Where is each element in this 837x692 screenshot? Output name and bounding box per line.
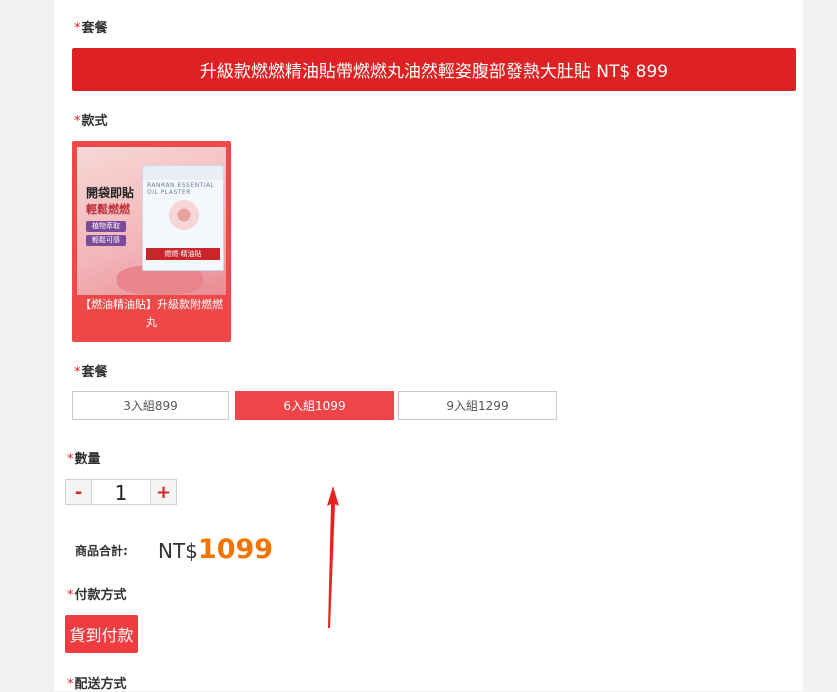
minus-icon: -: [74, 481, 83, 503]
package-options-label-text: 套餐: [81, 365, 108, 380]
required-mark: *: [67, 677, 74, 692]
quantity-value: 1: [114, 481, 128, 505]
package-banner-text: 升級款燃燃精油貼帶燃燃丸油然輕姿腹部發熱大肚貼 NT$ 899: [199, 62, 669, 82]
required-mark: *: [74, 21, 81, 36]
total-currency: NT$: [158, 539, 198, 563]
required-mark: *: [67, 588, 74, 603]
style-label-text: 款式: [81, 114, 108, 129]
package-option-label: 3入組899: [123, 399, 178, 413]
package-option-6[interactable]: 6入組1099: [235, 391, 394, 420]
quantity-input[interactable]: 1: [92, 479, 150, 505]
shipping-label-text: 配送方式: [74, 677, 127, 692]
package-product-banner[interactable]: 升級款燃燃精油貼帶燃燃丸油然輕姿腹部發熱大肚貼 NT$ 899: [72, 48, 796, 91]
shipping-section-label: *配送方式: [67, 673, 127, 692]
style-option-card[interactable]: 開袋即貼 輕鬆燃燃 植物萃取 輕鬆可感 RANRAN ESSENTIAL OIL…: [72, 141, 231, 342]
payment-section-label: *付款方式: [67, 584, 127, 603]
package-label-text: 套餐: [81, 21, 108, 36]
style-option-caption: 【燃油精油貼】升級款附燃燃丸: [80, 298, 223, 329]
required-mark: *: [74, 365, 81, 380]
quantity-increase-button[interactable]: +: [150, 479, 177, 505]
plaster-icon: [169, 200, 199, 230]
order-form-panel: [54, 0, 803, 691]
package-options-label: *套餐: [74, 361, 108, 380]
plus-icon: +: [155, 481, 172, 503]
product-box-brand: [143, 166, 223, 180]
required-mark: *: [74, 114, 81, 129]
total-price: NT$1099: [158, 534, 273, 565]
total-amount: 1099: [197, 534, 274, 565]
style-section-label: *款式: [74, 110, 108, 129]
thumbnail-tag: 輕鬆可感: [86, 235, 126, 246]
payment-option-label: 貨到付款: [69, 626, 134, 645]
package-option-3[interactable]: 3入組899: [72, 391, 229, 420]
product-box-illustration: RANRAN ESSENTIAL OIL PLASTER 燃燃·精油貼: [142, 165, 224, 271]
product-box-badge: 燃燃·精油貼: [146, 248, 220, 260]
thumbnail-tag: 植物萃取: [86, 221, 126, 232]
quantity-label-text: 數量: [74, 452, 101, 467]
payment-label-text: 付款方式: [74, 588, 127, 603]
thumbnail-subheadline: 輕鬆燃燃: [86, 203, 130, 216]
product-thumbnail: 開袋即貼 輕鬆燃燃 植物萃取 輕鬆可感 RANRAN ESSENTIAL OIL…: [77, 147, 226, 295]
quantity-decrease-button[interactable]: -: [65, 479, 92, 505]
arrow-shape: [327, 486, 339, 628]
package-option-label: 6入組1099: [283, 399, 346, 413]
total-label: 商品合計:: [75, 544, 128, 558]
package-option-label: 9入組1299: [446, 399, 509, 413]
required-mark: *: [67, 452, 74, 467]
cash-on-delivery-button[interactable]: 貨到付款: [65, 615, 138, 653]
package-section-label: *套餐: [74, 17, 108, 36]
product-box-subtitle: RANRAN ESSENTIAL OIL PLASTER: [147, 182, 215, 196]
quantity-section-label: *數量: [67, 448, 101, 467]
package-option-9[interactable]: 9入組1299: [398, 391, 557, 420]
thumbnail-headline: 開袋即貼: [86, 186, 135, 200]
annotation-arrow-icon: [327, 486, 339, 628]
